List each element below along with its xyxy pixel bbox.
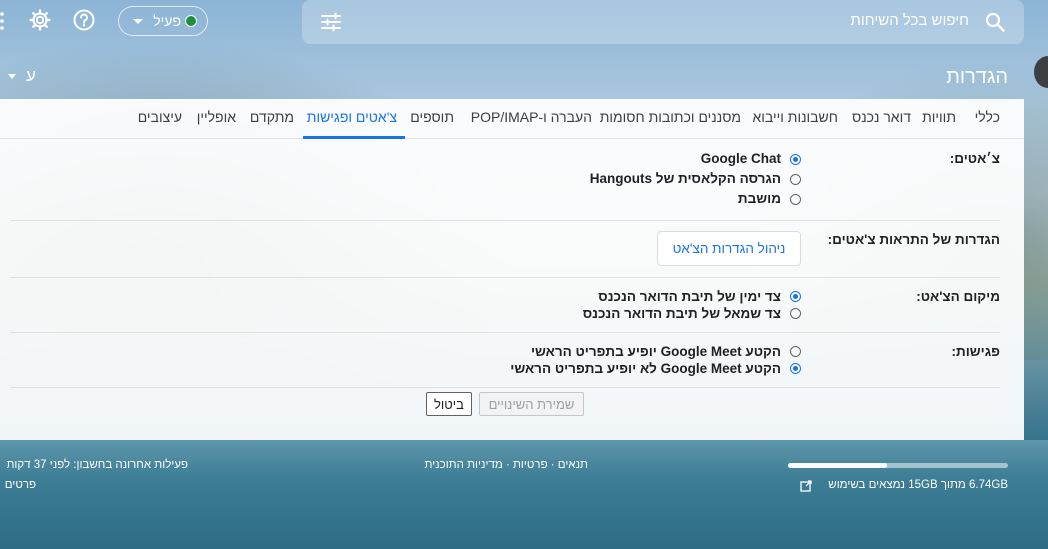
tab-forwarding[interactable]: העברה ו-POP/IMAP <box>471 109 592 125</box>
chat-option-off-radio[interactable] <box>790 194 801 205</box>
chat-option-hangouts-label[interactable]: הגרסה הקלאסית של Hangouts <box>590 171 781 186</box>
tab-accounts[interactable]: חשבונות וייבוא <box>752 109 838 125</box>
footer-links[interactable]: תנאים · פרטיות · מדיניות התוכנית <box>424 459 588 471</box>
section-divider <box>10 277 1000 278</box>
tab-advanced[interactable]: מתקדם <box>250 109 294 125</box>
chat-position-label: מיקום הצ'אט: <box>916 289 1000 304</box>
tab-addons[interactable]: תוספים <box>410 109 454 125</box>
storage-usage-bar <box>788 463 1008 468</box>
tab-general[interactable]: כללי <box>975 109 1000 125</box>
help-icon[interactable] <box>72 8 96 32</box>
chat-notifications-label: הגדרות של התראות צ'אטים: <box>827 232 1000 247</box>
more-options-icon[interactable] <box>0 12 4 30</box>
background-lake <box>0 440 1048 549</box>
last-activity-text: פעילות אחרונה בחשבון: לפני 37 דקות <box>6 459 188 471</box>
chat-setting-label: צ׳אטים: <box>949 151 1000 166</box>
position-right-radio[interactable] <box>790 291 801 302</box>
status-dot-icon <box>185 15 197 27</box>
external-link-icon[interactable] <box>800 479 812 492</box>
search-icon[interactable] <box>984 11 1006 33</box>
chat-option-google-chat-radio[interactable] <box>790 154 801 165</box>
chevron-down-icon[interactable] <box>8 74 16 79</box>
section-divider <box>10 332 1000 333</box>
active-tab-indicator <box>303 136 405 139</box>
chat-option-hangouts-radio[interactable] <box>790 174 801 185</box>
chevron-down-icon <box>133 19 143 24</box>
cancel-button[interactable]: ביטול <box>426 392 472 416</box>
meet-show-radio[interactable] <box>790 346 801 357</box>
tab-chat-and-meet[interactable]: צ'אטים ופגישות <box>307 109 397 125</box>
save-changes-button[interactable]: שמירת השינויים <box>479 392 584 416</box>
section-divider <box>10 220 1000 221</box>
chat-option-off-label[interactable]: מושבת <box>738 191 781 206</box>
storage-usage-text[interactable]: 6.74GB מתוך 15GB נמצאים בשימוש <box>828 479 1008 491</box>
position-left-radio[interactable] <box>790 308 801 319</box>
meet-hide-radio[interactable] <box>790 363 801 374</box>
tab-labels[interactable]: תוויות <box>922 109 956 125</box>
meet-hide-label[interactable]: הקטע Google Meet לא יופיע בתפריט הראשי <box>510 361 781 376</box>
section-divider <box>10 387 1000 388</box>
top-bar: פעיל חיפוש בכל השיחות <box>0 0 1048 44</box>
page-title: הגדרות <box>946 66 1008 88</box>
settings-tabs: כללי תוויות דואר נכנס חשבונות וייבוא מסנ… <box>0 99 1024 139</box>
settings-panel: כללי תוויות דואר נכנס חשבונות וייבוא מסנ… <box>0 99 1024 440</box>
position-right-label[interactable]: צד ימין של תיבת הדואר הנכנס <box>598 289 781 304</box>
activity-details-link[interactable]: פרטים <box>5 479 36 491</box>
storage-usage-fill <box>788 463 887 468</box>
search-options-icon[interactable] <box>320 11 342 33</box>
input-language-indicator[interactable]: ע <box>26 66 36 86</box>
search-bar[interactable]: חיפוש בכל השיחות <box>302 0 1024 44</box>
tab-offline[interactable]: אופליין <box>197 109 236 125</box>
meetings-label: פגישות: <box>951 344 1000 359</box>
manage-chat-settings-button[interactable]: ניהול הגדרות הצ'אט <box>657 231 801 266</box>
gear-icon[interactable] <box>28 8 52 32</box>
position-left-label[interactable]: צד שמאל של תיבת הדואר הנכנס <box>583 306 781 321</box>
tab-filters[interactable]: מסננים וכתובות חסומות <box>600 109 741 125</box>
status-selector[interactable]: פעיל <box>118 6 208 36</box>
search-input[interactable]: חיפוש בכל השיחות <box>851 12 969 29</box>
tab-inbox[interactable]: דואר נכנס <box>852 109 911 125</box>
status-label: פעיל <box>153 13 181 29</box>
chat-option-google-chat-label[interactable]: Google Chat <box>701 151 781 166</box>
meet-show-label[interactable]: הקטע Google Meet יופיע בתפריט הראשי <box>531 344 781 359</box>
tab-themes[interactable]: עיצובים <box>138 109 182 125</box>
